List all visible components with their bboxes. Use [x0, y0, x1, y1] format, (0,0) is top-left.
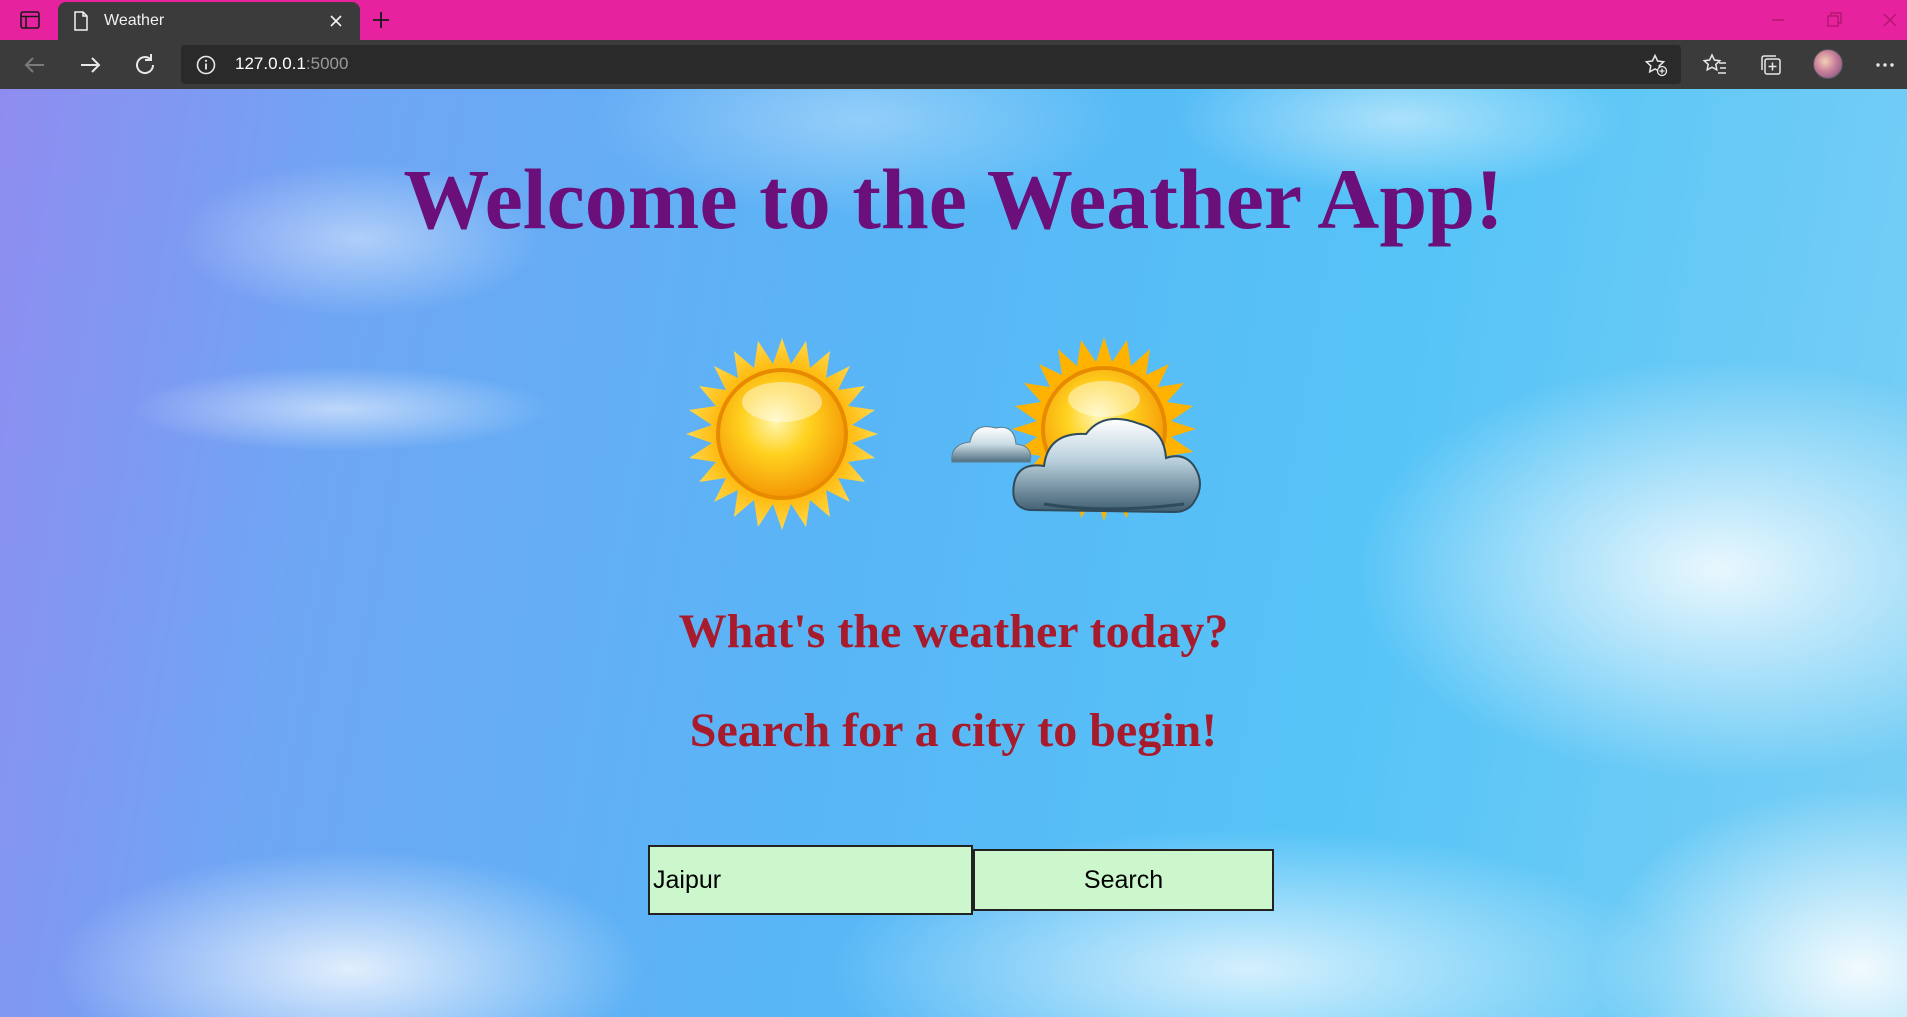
collections-icon[interactable] — [1756, 50, 1786, 80]
forward-icon[interactable] — [75, 50, 105, 80]
sun-icon — [682, 334, 882, 534]
profile-avatar[interactable] — [1813, 49, 1843, 79]
restore-icon[interactable] — [1820, 6, 1848, 34]
sidebar-toggle-icon[interactable] — [16, 8, 44, 32]
page-icon — [73, 11, 89, 36]
more-icon[interactable] — [1870, 50, 1900, 80]
add-favorite-icon[interactable] — [1644, 53, 1668, 82]
url-text: 127.0.0.1:5000 — [235, 54, 348, 74]
weather-question: What's the weather today? — [678, 605, 1229, 658]
back-icon[interactable] — [20, 50, 50, 80]
city-search-input[interactable] — [648, 845, 973, 915]
browser-titlebar: Weather — [0, 0, 1907, 40]
close-icon[interactable] — [326, 11, 346, 31]
url-host: 127.0.0.1 — [235, 54, 306, 73]
url-port: :5000 — [305, 54, 349, 73]
browser-navbar: 127.0.0.1:5000 — [0, 40, 1907, 89]
address-bar[interactable]: 127.0.0.1:5000 — [181, 45, 1681, 84]
sun-behind-cloud-icon — [944, 334, 1244, 534]
refresh-icon[interactable] — [130, 50, 160, 80]
search-button[interactable]: Search — [973, 849, 1274, 911]
browser-tab[interactable]: Weather — [58, 2, 360, 40]
new-tab-icon[interactable] — [369, 8, 393, 32]
search-prompt: Search for a city to begin! — [689, 704, 1218, 757]
info-icon[interactable] — [195, 54, 217, 81]
page-viewport: Welcome to the Weather App! What's the w… — [0, 89, 1907, 1017]
minimize-icon[interactable] — [1764, 6, 1792, 34]
tab-title: Weather — [104, 12, 165, 29]
favorites-icon[interactable] — [1700, 50, 1730, 80]
window-close-icon[interactable] — [1876, 6, 1904, 34]
page-title: Welcome to the Weather App! — [403, 151, 1504, 247]
